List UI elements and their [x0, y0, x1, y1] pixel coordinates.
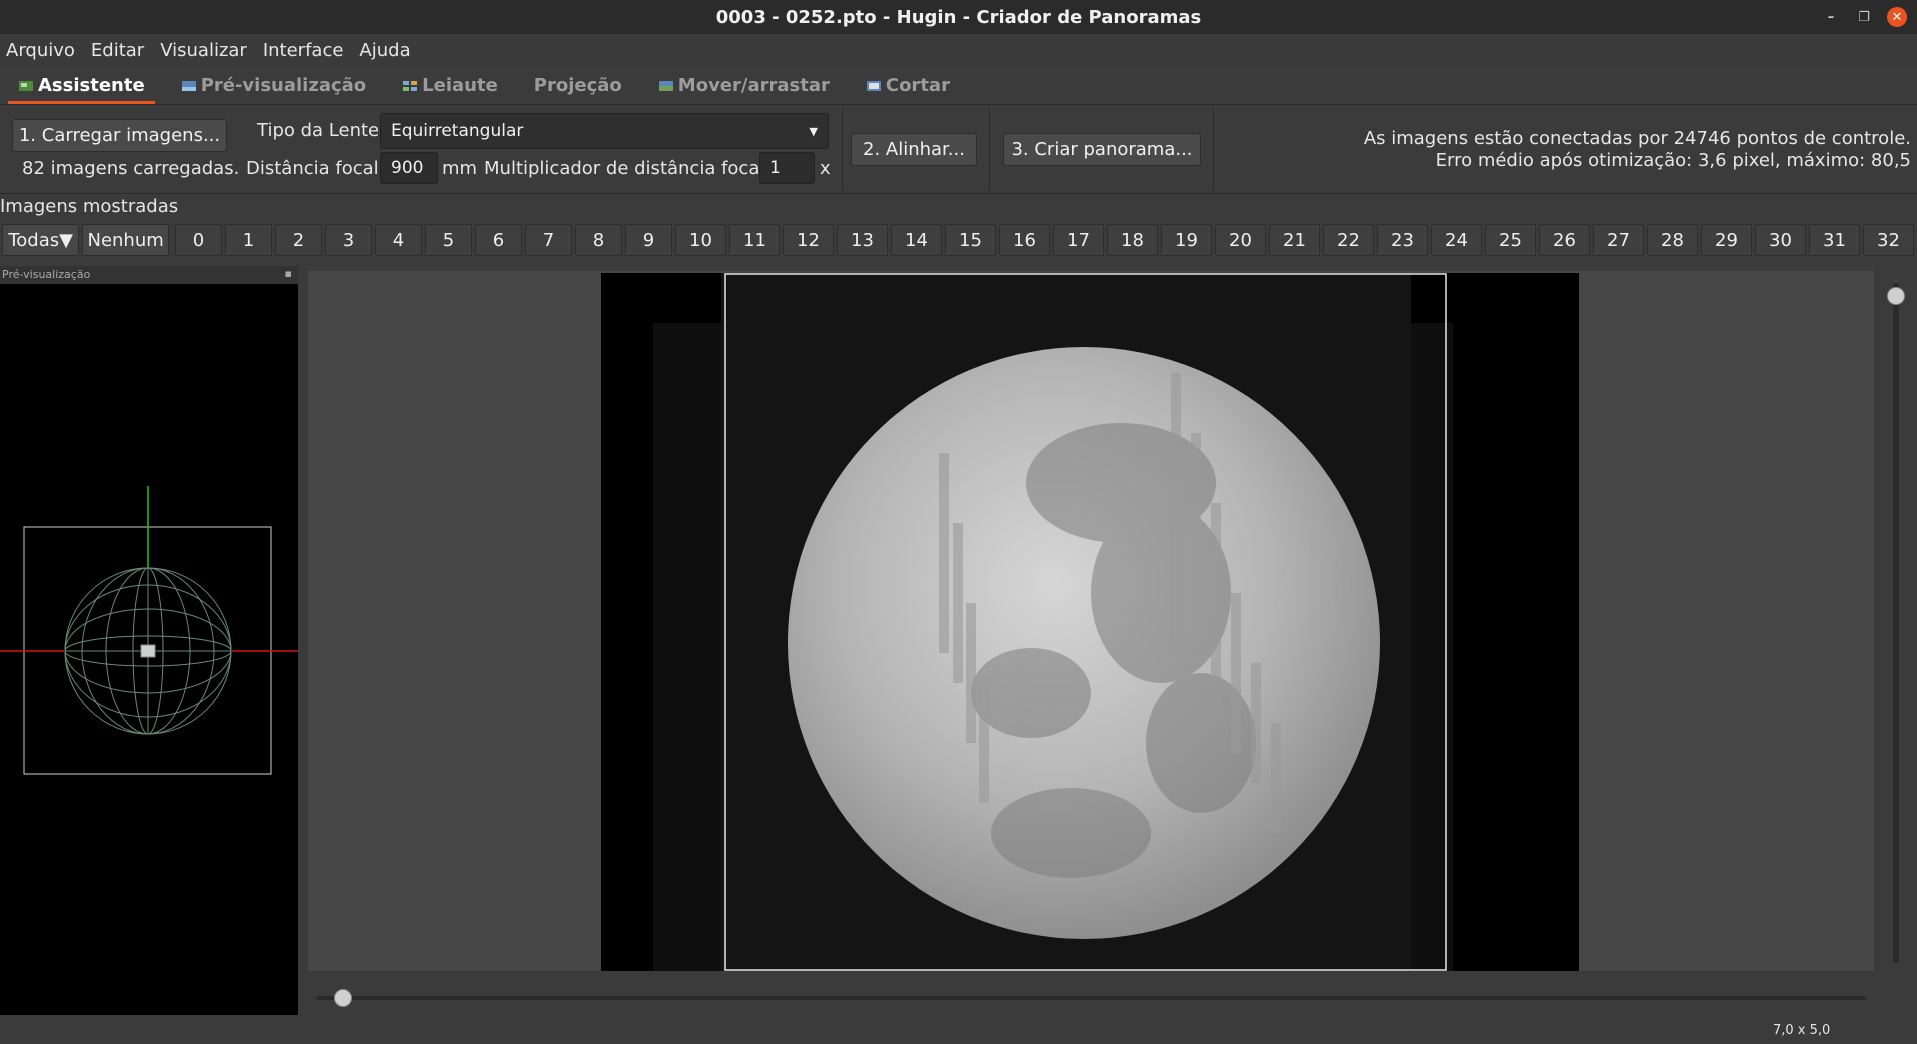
menu-ajuda[interactable]: Ajuda [351, 40, 418, 61]
tab-pre-visualizacao[interactable]: Pré-visualização [163, 75, 384, 104]
fov-readout: 7,0 x 5,0 [1773, 1023, 1831, 1038]
move-icon [658, 80, 673, 91]
horizontal-slider-handle[interactable] [334, 989, 352, 1007]
image-toggle-26[interactable]: 26 [1539, 224, 1590, 256]
image-toggle-1[interactable]: 1 [225, 224, 272, 256]
image-toggle-20[interactable]: 20 [1215, 224, 1266, 256]
title-bar: 0003 - 0252.pto - Hugin - Criador de Pan… [0, 0, 1917, 34]
image-toggle-7[interactable]: 7 [525, 224, 572, 256]
image-toggle-3[interactable]: 3 [325, 224, 372, 256]
image-toggle-27[interactable]: 27 [1593, 224, 1644, 256]
focal-length-unit: mm [442, 158, 478, 179]
multiplier-input[interactable]: 1 [759, 152, 815, 184]
maximize-icon[interactable]: ❐ [1854, 7, 1874, 27]
create-panorama-button[interactable]: 3. Criar panorama... [1003, 133, 1201, 166]
load-images-button[interactable]: 1. Carregar imagens... [12, 119, 227, 152]
image-selector-bar: Todas▼ Nenhum 0 1 2 3 4 5 6 7 8 9 10 11 12 13 14 15 16 17… [0, 222, 1917, 258]
image-toggle-32[interactable]: 32 [1863, 224, 1914, 256]
tab-mover-arrastar[interactable]: Mover/arrastar [640, 75, 848, 104]
control-points-status: As imagens estão conectadas por 24746 po… [1363, 128, 1911, 149]
tab-projecao[interactable]: Projeção [516, 75, 640, 104]
tab-assistente[interactable]: Assistente [0, 75, 163, 104]
overview-title: Pré-visualização [2, 268, 91, 281]
image-toggle-8[interactable]: 8 [575, 224, 622, 256]
image-toggle-12[interactable]: 12 [783, 224, 834, 256]
image-toggle-5[interactable]: 5 [425, 224, 472, 256]
pin-icon[interactable]: ▪ [285, 267, 292, 280]
image-toggle-14[interactable]: 14 [891, 224, 942, 256]
window-title: 0003 - 0252.pto - Hugin - Criador de Pan… [715, 6, 1202, 28]
image-toggle-16[interactable]: 16 [999, 224, 1050, 256]
overview-header: Pré-visualização ▪ [0, 266, 298, 284]
lens-type-label: Tipo da Lente: [257, 120, 386, 141]
image-toggle-19[interactable]: 19 [1161, 224, 1212, 256]
lens-type-select[interactable]: Equirretangular ▼ [380, 113, 829, 149]
image-toggle-0[interactable]: 0 [175, 224, 222, 256]
image-toggle-28[interactable]: 28 [1647, 224, 1698, 256]
image-toggle-13[interactable]: 13 [837, 224, 888, 256]
image-toggle-30[interactable]: 30 [1755, 224, 1806, 256]
separator [842, 108, 843, 190]
panorama-image [601, 273, 1579, 971]
tab-label: Cortar [885, 75, 950, 96]
image-toggle-10[interactable]: 10 [675, 224, 726, 256]
tab-label: Pré-visualização [200, 75, 367, 96]
status-bar: 7,0 x 5,0 [0, 1015, 1917, 1044]
horizontal-fov-slider[interactable] [316, 996, 1866, 1000]
menu-bar: Arquivo Editar Visualizar Interface Ajud… [0, 34, 1917, 66]
crop-icon [866, 80, 881, 91]
tab-leiaute[interactable]: Leiaute [384, 75, 516, 104]
vertical-slider-handle[interactable] [1887, 287, 1905, 305]
menu-visualizar[interactable]: Visualizar [152, 40, 255, 61]
multiplier-label: Multiplicador de distância focal: [484, 158, 771, 179]
layout-icon [403, 80, 418, 91]
menu-interface[interactable]: Interface [255, 40, 352, 61]
images-shown-label: Imagens mostradas [0, 196, 179, 217]
image-toggle-29[interactable]: 29 [1701, 224, 1752, 256]
image-toggle-11[interactable]: 11 [729, 224, 780, 256]
focal-length-label: Distância focal: [246, 158, 385, 179]
loaded-count: 82 imagens carregadas. [22, 158, 240, 179]
assistant-icon [19, 80, 33, 91]
image-toggle-31[interactable]: 31 [1809, 224, 1860, 256]
sphere-overview[interactable] [0, 480, 298, 780]
image-toggle-4[interactable]: 4 [375, 224, 422, 256]
tab-label: Leiaute [422, 75, 498, 96]
show-none-button[interactable]: Nenhum [82, 224, 169, 256]
vertical-fov-slider[interactable] [1893, 283, 1899, 963]
image-toggle-2[interactable]: 2 [275, 224, 322, 256]
image-toggle-18[interactable]: 18 [1107, 224, 1158, 256]
optimization-error-status: Erro médio após otimização: 3,6 pixel, m… [1435, 150, 1911, 171]
focal-length-input[interactable]: 900 [380, 152, 438, 184]
image-toggle-17[interactable]: 17 [1053, 224, 1104, 256]
main-tabs: Assistente Pré-visualização Leiaute Proj… [0, 68, 1917, 105]
lens-type-value: Equirretangular [391, 121, 524, 141]
chevron-down-icon: ▼ [809, 124, 818, 138]
show-all-button[interactable]: Todas▼ [2, 224, 80, 256]
image-toggle-24[interactable]: 24 [1431, 224, 1482, 256]
multiplier-unit: x [820, 158, 831, 179]
tab-label: Projeção [533, 75, 622, 96]
preview-icon [181, 80, 196, 91]
close-icon[interactable]: ✕ [1887, 7, 1907, 27]
image-toggle-23[interactable]: 23 [1377, 224, 1428, 256]
image-toggle-25[interactable]: 25 [1485, 224, 1536, 256]
image-toggle-15[interactable]: 15 [945, 224, 996, 256]
separator [989, 108, 990, 190]
panorama-preview[interactable] [601, 273, 1579, 971]
image-toggle-22[interactable]: 22 [1323, 224, 1374, 256]
image-number-buttons: 0 1 2 3 4 5 6 7 8 9 10 11 12 13 14 15 16 17 18 19 20 21 22 23 24… [175, 224, 1917, 256]
separator [1213, 108, 1214, 190]
minimize-icon[interactable]: – [1821, 7, 1841, 27]
image-toggle-6[interactable]: 6 [475, 224, 522, 256]
menu-arquivo[interactable]: Arquivo [0, 40, 83, 61]
tab-label: Mover/arrastar [677, 75, 830, 96]
tab-label: Assistente [38, 75, 145, 96]
align-button[interactable]: 2. Alinhar... [851, 133, 977, 166]
image-toggle-9[interactable]: 9 [625, 224, 672, 256]
image-toggle-21[interactable]: 21 [1269, 224, 1320, 256]
tab-cortar[interactable]: Cortar [848, 75, 968, 104]
menu-editar[interactable]: Editar [83, 40, 152, 61]
